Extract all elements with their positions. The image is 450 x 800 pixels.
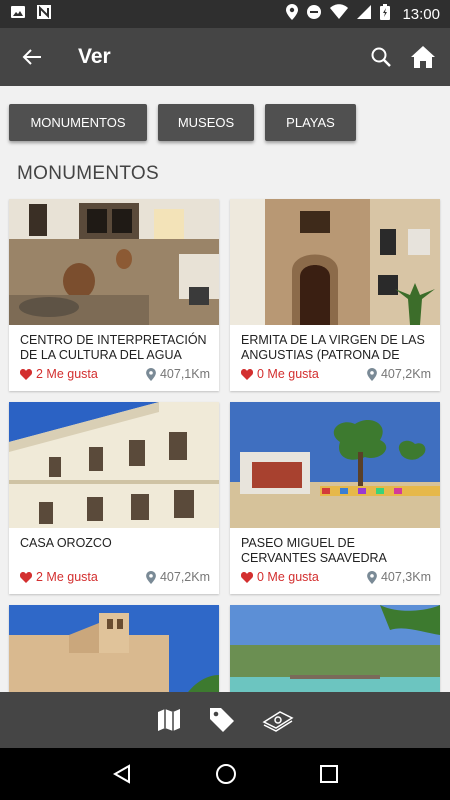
likes-count: 2 Me gusta [36, 367, 98, 381]
home-circle-icon[interactable] [215, 763, 237, 785]
distance: 407,2Km [367, 367, 431, 381]
heart-icon [241, 571, 253, 583]
photo-icon [10, 4, 26, 24]
distance: 407,2Km [146, 570, 210, 584]
distance: 407,3Km [367, 570, 431, 584]
wifi-icon [330, 4, 349, 24]
chip-museos[interactable]: MUSEOS [158, 104, 254, 141]
heart-icon [241, 368, 253, 380]
card-title: CASA OROZCO [20, 536, 112, 550]
bottom-bar [0, 692, 450, 748]
n-icon [36, 4, 52, 24]
likes: 2 Me gusta [20, 570, 98, 584]
section-title: MONUMENTOS [17, 163, 159, 184]
card-item[interactable]: CENTRO DE INTERPRETACIÓN DE LA CULTURA D… [9, 199, 219, 391]
distance-value: 407,3Km [380, 570, 431, 584]
status-bar: 13:00 [0, 0, 450, 28]
card-item[interactable] [230, 605, 440, 692]
page-title: Ver [78, 45, 111, 68]
likes: 0 Me gusta [241, 367, 319, 381]
likes-count: 0 Me gusta [257, 367, 319, 381]
app-bar: Ver [0, 28, 450, 86]
card-image [9, 605, 219, 692]
recents-square-icon[interactable] [320, 765, 339, 783]
system-nav-bar [0, 748, 450, 800]
card-image [230, 605, 440, 692]
location-pin-icon [367, 570, 377, 584]
back-triangle-icon[interactable] [112, 764, 132, 784]
map-icon[interactable] [156, 708, 182, 732]
heart-icon [20, 571, 32, 583]
card-item[interactable] [9, 605, 219, 692]
card-title: CENTRO DE INTERPRETACIÓN DE LA CULTURA D… [20, 333, 207, 362]
likes-count: 2 Me gusta [36, 570, 98, 584]
tag-icon[interactable] [208, 706, 236, 734]
category-chips: MONUMENTOS MUSEOS PLAYAS [0, 86, 450, 141]
back-arrow-icon[interactable] [0, 46, 64, 68]
content-scroll[interactable]: MONUMENTOS MUSEOS PLAYAS MONUMENTOS CENT… [0, 86, 450, 692]
dnd-icon [306, 4, 322, 24]
clock: 13:00 [402, 5, 440, 23]
distance-value: 407,2Km [159, 570, 210, 584]
distance-value: 407,1Km [159, 367, 210, 381]
likes: 0 Me gusta [241, 570, 319, 584]
location-icon [286, 4, 299, 24]
card-image [9, 402, 219, 528]
card-image [230, 402, 440, 528]
heart-icon [20, 368, 32, 380]
chip-playas[interactable]: PLAYAS [265, 104, 356, 141]
location-pin-icon [367, 367, 377, 381]
card-title: PASEO MIGUEL DE CERVANTES SAAVEDRA [241, 536, 387, 565]
distance-value: 407,2Km [380, 367, 431, 381]
home-icon[interactable] [410, 45, 436, 69]
card-item[interactable]: PASEO MIGUEL DE CERVANTES SAAVEDRA 0 Me … [230, 402, 440, 594]
likes: 2 Me gusta [20, 367, 98, 381]
money-icon[interactable] [262, 708, 294, 732]
chip-monumentos[interactable]: MONUMENTOS [9, 104, 147, 141]
location-pin-icon [146, 570, 156, 584]
card-image [230, 199, 440, 325]
card-grid: CENTRO DE INTERPRETACIÓN DE LA CULTURA D… [0, 199, 450, 692]
distance: 407,1Km [146, 367, 210, 381]
location-pin-icon [146, 367, 156, 381]
signal-icon [356, 4, 372, 24]
card-image [9, 199, 219, 325]
likes-count: 0 Me gusta [257, 570, 319, 584]
search-icon[interactable] [370, 46, 392, 68]
card-item[interactable]: ERMITA DE LA VIRGEN DE LAS ANGUSTIAS (PA… [230, 199, 440, 391]
battery-icon [380, 4, 391, 24]
card-title: ERMITA DE LA VIRGEN DE LAS ANGUSTIAS (PA… [241, 333, 425, 362]
card-item[interactable]: CASA OROZCO 2 Me gusta 407,2Km [9, 402, 219, 594]
